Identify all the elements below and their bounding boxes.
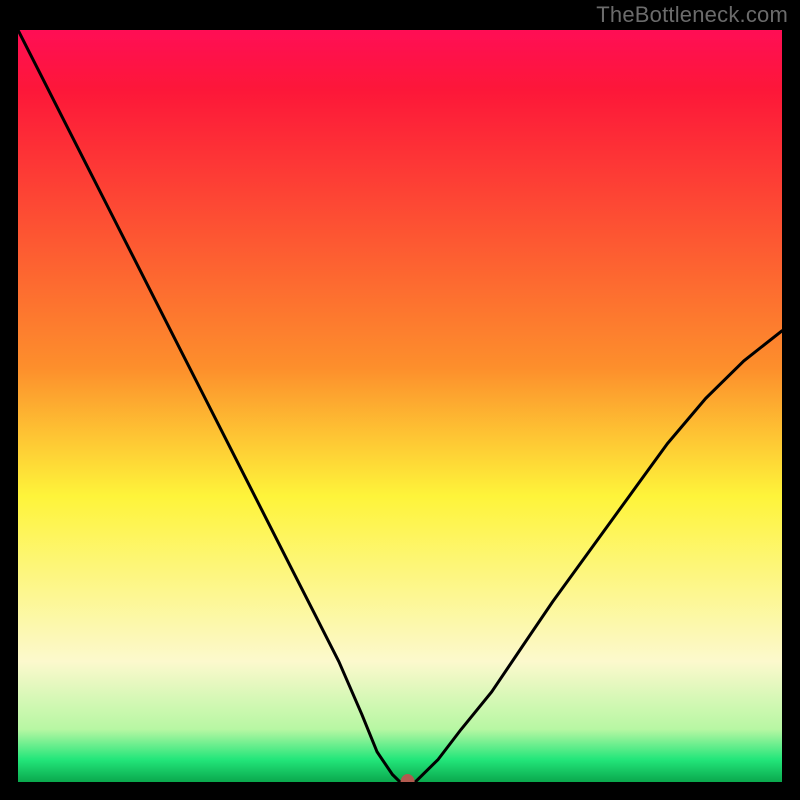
chart-svg — [18, 30, 782, 782]
chart-frame: TheBottleneck.com — [0, 0, 800, 800]
plot-area — [18, 30, 782, 782]
gradient-background — [18, 30, 782, 782]
watermark-text: TheBottleneck.com — [596, 2, 788, 28]
